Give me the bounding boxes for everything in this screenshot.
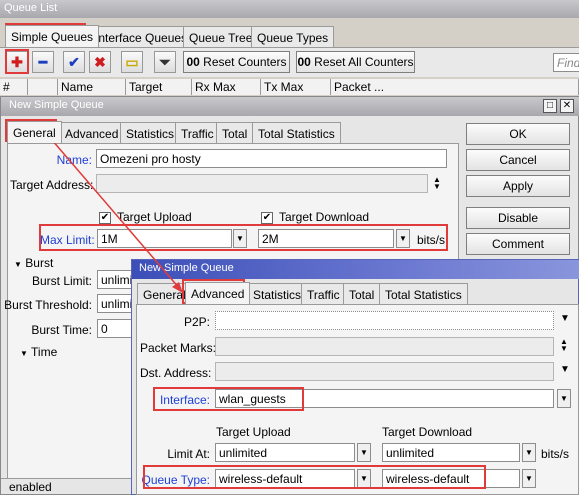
arrow-head-icon <box>172 282 183 293</box>
tab2-advanced[interactable]: Advanced <box>185 282 251 304</box>
tab-simple-queues[interactable]: Simple Queues <box>5 25 100 47</box>
annotation-arrow <box>51 139 183 293</box>
tab-general[interactable]: General <box>7 121 62 143</box>
